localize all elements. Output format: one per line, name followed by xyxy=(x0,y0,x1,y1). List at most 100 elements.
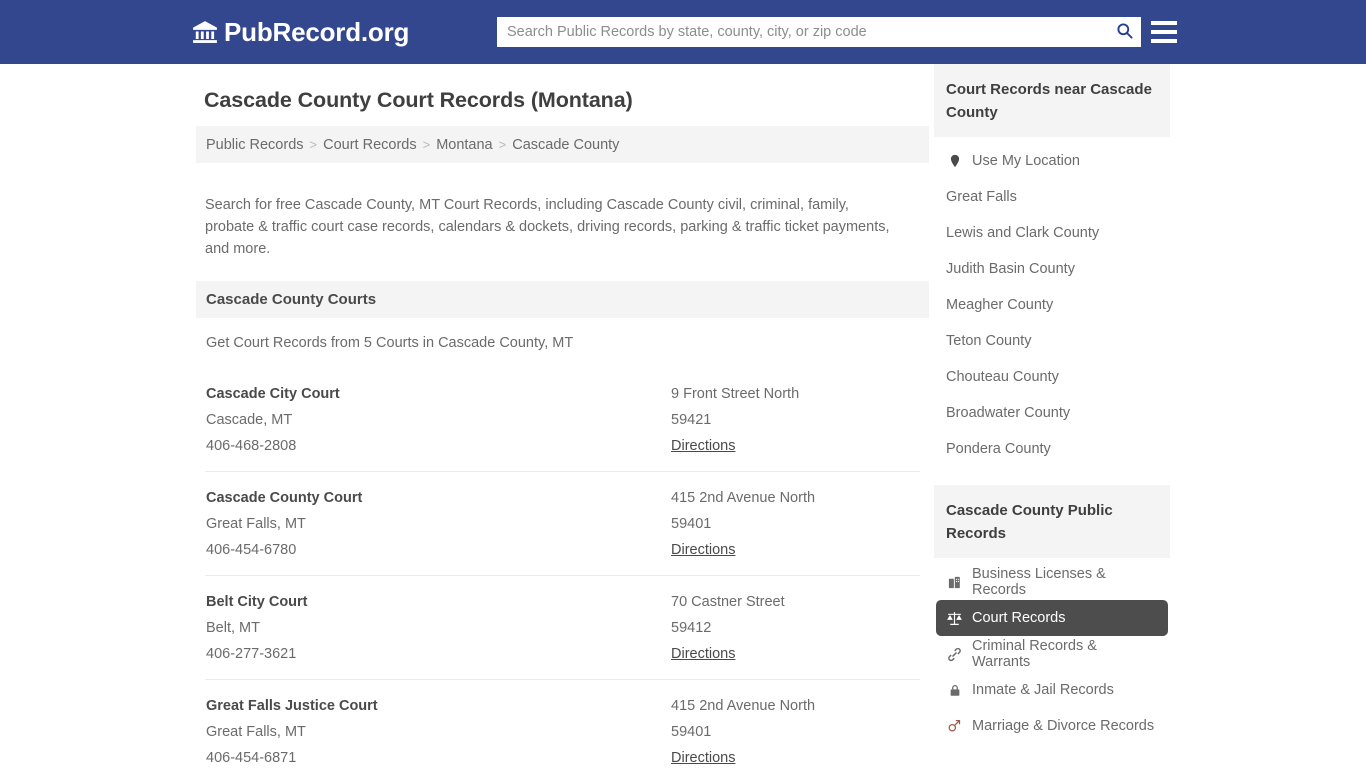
search-input[interactable] xyxy=(497,18,1107,46)
court-name-link[interactable]: Belt City Court xyxy=(206,589,671,615)
court-address: 70 Castner Street 59412 Directions xyxy=(671,589,920,667)
sidebar-public-records-list: Business Licenses & Records Court Record… xyxy=(934,558,1170,744)
chain-link-icon xyxy=(946,646,963,663)
court-address: 415 2nd Avenue North 59401 Directions xyxy=(671,485,920,563)
page-description: Search for free Cascade County, MT Court… xyxy=(205,196,890,257)
table-row: Great Falls Justice Court Great Falls, M… xyxy=(205,678,920,768)
sidebar-item-broadwater-county[interactable]: Broadwater County xyxy=(934,395,1170,431)
sidebar-item-label: Great Falls xyxy=(946,189,1017,205)
sidebar-header-public-records: Cascade County Public Records xyxy=(934,485,1170,558)
sidebar-item-court-records[interactable]: Court Records xyxy=(936,600,1168,636)
gender-symbols-icon xyxy=(946,718,963,735)
court-street: 70 Castner Street xyxy=(671,593,785,610)
breadcrumb: Public Records > Court Records > Montana… xyxy=(196,126,929,163)
sidebar-item-business-licenses[interactable]: Business Licenses & Records xyxy=(934,564,1170,600)
sidebar-item-judith-basin-county[interactable]: Judith Basin County xyxy=(934,251,1170,287)
court-street: 415 2nd Avenue North xyxy=(671,697,816,714)
hamburger-bar xyxy=(1151,30,1177,34)
sidebar-item-label: Teton County xyxy=(946,333,1032,349)
court-phone: 406-454-6780 xyxy=(206,541,297,558)
search-icon xyxy=(1115,21,1134,43)
sidebar-item-label: Lewis and Clark County xyxy=(946,225,1100,241)
sidebar-item-teton-county[interactable]: Teton County xyxy=(934,323,1170,359)
sidebar-item-label: Business Licenses & Records xyxy=(972,566,1106,598)
sidebar-nearby-list: Use My Location Great Falls Lewis and Cl… xyxy=(934,137,1170,467)
hamburger-menu-icon[interactable] xyxy=(1151,19,1177,45)
court-info: Cascade County Court Great Falls, MT 406… xyxy=(205,485,671,563)
court-city-state: Great Falls, MT xyxy=(206,723,306,740)
sidebar-item-label: Court Records xyxy=(972,610,1066,626)
breadcrumb-separator-icon: > xyxy=(309,137,318,152)
sidebar-item-label: Marriage & Divorce Records xyxy=(972,718,1155,734)
court-info: Belt City Court Belt, MT 406-277-3621 xyxy=(205,589,671,667)
court-name-link[interactable]: Cascade City Court xyxy=(206,381,671,407)
section-subtitle: Get Court Records from 5 Courts in Casca… xyxy=(206,334,574,351)
sidebar-item-label: Meagher County xyxy=(946,297,1054,313)
directions-link[interactable]: Directions xyxy=(671,433,735,459)
site-header: PubRecord.org xyxy=(0,0,1366,64)
bank-building-icon xyxy=(192,19,218,45)
court-city-state: Belt, MT xyxy=(206,619,260,636)
court-zip: 59412 xyxy=(671,619,712,636)
sidebar-item-inmate-jail-records[interactable]: Inmate & Jail Records xyxy=(934,672,1170,708)
table-row: Cascade City Court Cascade, MT 406-468-2… xyxy=(205,368,920,471)
scales-of-justice-icon xyxy=(946,610,963,627)
sidebar: Court Records near Cascade County Use My… xyxy=(934,64,1170,768)
section-header-courts: Cascade County Courts xyxy=(196,280,929,318)
court-city-state: Cascade, MT xyxy=(206,411,293,428)
court-zip: 59401 xyxy=(671,723,712,740)
sidebar-item-pondera-county[interactable]: Pondera County xyxy=(934,431,1170,467)
hamburger-bar xyxy=(1151,21,1177,25)
page-title: Cascade County Court Records (Montana) xyxy=(204,88,633,112)
sidebar-header-nearby: Court Records near Cascade County xyxy=(934,64,1170,137)
sidebar-item-lewis-and-clark-county[interactable]: Lewis and Clark County xyxy=(934,215,1170,251)
padlock-icon xyxy=(946,682,963,699)
directions-link[interactable]: Directions xyxy=(671,537,735,563)
search-bar xyxy=(497,17,1141,47)
sidebar-item-use-my-location[interactable]: Use My Location xyxy=(934,143,1170,179)
sidebar-item-criminal-records[interactable]: Criminal Records & Warrants xyxy=(934,636,1170,672)
main-content: Cascade County Court Records (Montana) P… xyxy=(196,64,929,768)
court-info: Great Falls Justice Court Great Falls, M… xyxy=(205,693,671,768)
court-phone: 406-454-6871 xyxy=(206,749,297,766)
page-body: Cascade County Court Records (Montana) P… xyxy=(0,64,1366,768)
court-address: 415 2nd Avenue North 59401 Directions xyxy=(671,693,920,768)
breadcrumb-item-public-records[interactable]: Public Records xyxy=(206,137,304,153)
court-info: Cascade City Court Cascade, MT 406-468-2… xyxy=(205,381,671,459)
breadcrumb-separator-icon: > xyxy=(422,137,431,152)
court-address: 9 Front Street North 59421 Directions xyxy=(671,381,920,459)
court-name-link[interactable]: Cascade County Court xyxy=(206,485,671,511)
sidebar-item-label: Criminal Records & Warrants xyxy=(972,638,1097,670)
table-row: Belt City Court Belt, MT 406-277-3621 70… xyxy=(205,574,920,679)
sidebar-item-label: Judith Basin County xyxy=(946,261,1075,277)
court-phone: 406-468-2808 xyxy=(206,437,297,454)
site-logo-link[interactable]: PubRecord.org xyxy=(192,19,409,45)
court-name-link[interactable]: Great Falls Justice Court xyxy=(206,693,671,719)
court-phone: 406-277-3621 xyxy=(206,645,297,662)
court-list: Cascade City Court Cascade, MT 406-468-2… xyxy=(196,368,929,768)
sidebar-item-meagher-county[interactable]: Meagher County xyxy=(934,287,1170,323)
breadcrumb-item-cascade-county[interactable]: Cascade County xyxy=(512,137,619,153)
table-row: Cascade County Court Great Falls, MT 406… xyxy=(205,470,920,575)
sidebar-item-label: Pondera County xyxy=(946,441,1051,457)
directions-link[interactable]: Directions xyxy=(671,745,735,768)
court-zip: 59421 xyxy=(671,411,712,428)
breadcrumb-item-court-records[interactable]: Court Records xyxy=(323,137,416,153)
search-button[interactable] xyxy=(1107,17,1141,47)
court-city-state: Great Falls, MT xyxy=(206,515,306,532)
breadcrumb-item-montana[interactable]: Montana xyxy=(436,137,492,153)
court-street: 415 2nd Avenue North xyxy=(671,489,816,506)
directions-link[interactable]: Directions xyxy=(671,641,735,667)
sidebar-item-great-falls[interactable]: Great Falls xyxy=(934,179,1170,215)
sidebar-item-label: Chouteau County xyxy=(946,369,1059,385)
court-street: 9 Front Street North xyxy=(671,385,800,402)
hamburger-bar xyxy=(1151,39,1177,43)
sidebar-item-label: Inmate & Jail Records xyxy=(972,682,1114,698)
sidebar-item-chouteau-county[interactable]: Chouteau County xyxy=(934,359,1170,395)
sidebar-item-marriage-divorce-records[interactable]: Marriage & Divorce Records xyxy=(934,708,1170,744)
court-zip: 59401 xyxy=(671,515,712,532)
map-pin-icon xyxy=(946,153,963,170)
sidebar-item-label: Broadwater County xyxy=(946,405,1071,421)
site-logo-text: PubRecord.org xyxy=(224,17,410,47)
